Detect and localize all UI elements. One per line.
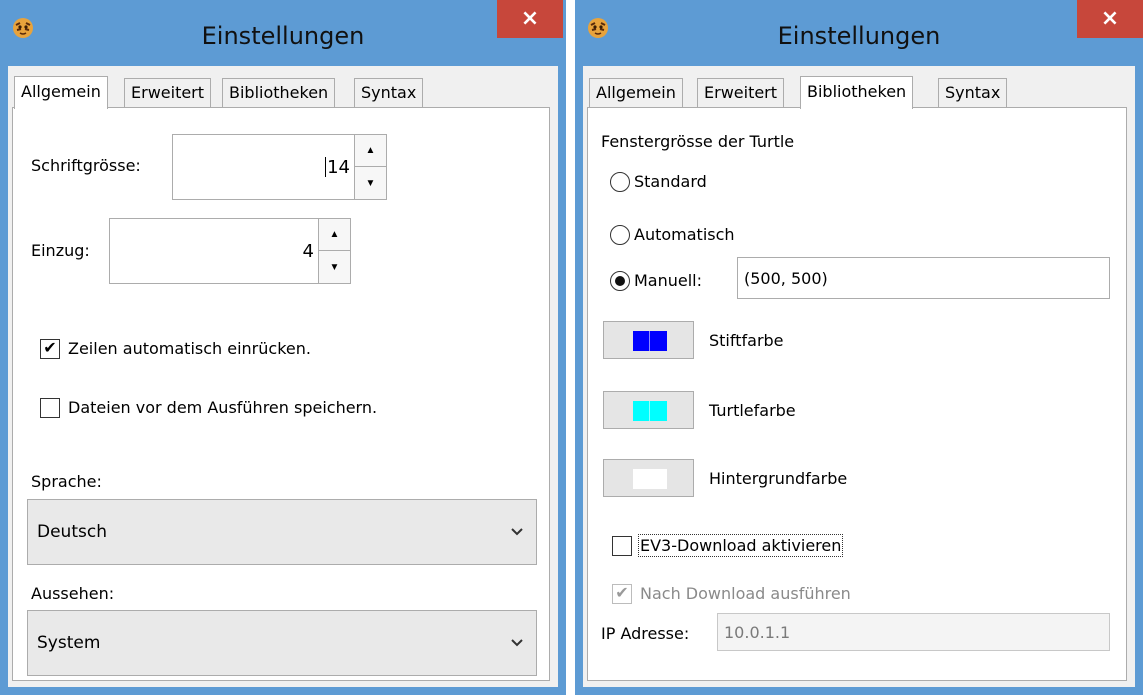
chevron-down-icon (510, 500, 524, 564)
tab-erweitert[interactable]: Erweitert (697, 78, 785, 108)
radio-standard-label: Standard (634, 172, 707, 191)
appearance-label: Aussehen: (31, 584, 115, 603)
spin-down-button[interactable]: ▼ (319, 251, 350, 283)
settings-window-libraries: Einstellungen × Allgemein Erweitert Bibl… (575, 0, 1143, 695)
ip-address-label: IP Adresse: (601, 624, 690, 643)
window-title: Einstellungen (777, 22, 941, 50)
pen-color-label: Stiftfarbe (709, 331, 784, 350)
font-size-label: Schriftgrösse: (31, 156, 141, 175)
tab-panel-allgemein: Schriftgrösse: 14 ▲ ▼ Einzug: 4 ▲ ▼ ✔ Ze… (12, 107, 550, 681)
radio-manual[interactable] (610, 271, 630, 291)
checkmark-icon: ✔ (615, 585, 629, 602)
manual-size-input[interactable]: (500, 500) (737, 257, 1110, 299)
close-button[interactable]: × (497, 0, 563, 38)
run-after-download-checkbox[interactable]: ✔ (612, 584, 632, 604)
font-size-value: 14 (327, 156, 350, 178)
text-caret (325, 157, 327, 177)
indent-value: 4 (302, 240, 314, 262)
tab-syntax[interactable]: Syntax (354, 78, 424, 108)
dialog-client-area: Allgemein Erweitert Bibliotheken Syntax … (8, 66, 558, 687)
window-title: Einstellungen (201, 22, 365, 50)
title-bar[interactable]: Einstellungen × (0, 0, 566, 66)
tab-bibliotheken[interactable]: Bibliotheken (800, 76, 914, 109)
close-button[interactable]: × (1077, 0, 1143, 38)
chevron-down-icon (510, 611, 524, 675)
close-icon: × (520, 6, 540, 31)
dialog-client-area: Allgemein Erweitert Bibliotheken Syntax … (583, 66, 1135, 687)
turtle-color-label: Turtlefarbe (709, 401, 796, 420)
tab-erweitert[interactable]: Erweitert (124, 78, 212, 108)
ev3-download-label: EV3-Download aktivieren (637, 534, 844, 557)
tab-bibliotheken[interactable]: Bibliotheken (222, 78, 336, 108)
font-size-spinner[interactable]: 14 ▲ ▼ (172, 134, 387, 200)
spin-down-button[interactable]: ▼ (355, 167, 386, 199)
turtle-color-button[interactable] (603, 391, 694, 429)
run-after-download-label: Nach Download ausführen (640, 584, 851, 603)
tab-allgemein[interactable]: Allgemein (589, 78, 683, 108)
background-color-label: Hintergrundfarbe (709, 469, 848, 488)
title-bar[interactable]: Einstellungen × (575, 0, 1143, 66)
checkmark-icon: ✔ (43, 340, 57, 357)
spin-up-button[interactable]: ▲ (355, 135, 386, 167)
tab-panel-bibliotheken: Fenstergrösse der Turtle Standard Automa… (587, 107, 1127, 681)
ev3-download-checkbox[interactable] (612, 536, 632, 556)
save-before-run-label: Dateien vor dem Ausführen speichern. (68, 398, 378, 417)
tab-syntax[interactable]: Syntax (938, 78, 1008, 108)
save-before-run-checkbox[interactable] (40, 398, 60, 418)
ip-address-input[interactable]: 10.0.1.1 (717, 613, 1110, 651)
tab-allgemein[interactable]: Allgemein (14, 76, 108, 109)
appearance-value: System (37, 633, 101, 653)
indent-label: Einzug: (31, 241, 90, 260)
radio-automatic-label: Automatisch (634, 225, 735, 244)
pen-color-swatch (633, 331, 667, 351)
auto-indent-checkbox[interactable]: ✔ (40, 339, 60, 359)
close-icon: × (1100, 6, 1120, 31)
turtle-window-size-label: Fenstergrösse der Turtle (601, 132, 795, 151)
language-select[interactable]: Deutsch (27, 499, 537, 565)
settings-window-general: Einstellungen × Allgemein Erweitert Bibl… (0, 0, 566, 695)
language-label: Sprache: (31, 472, 102, 491)
radio-selected-dot (615, 276, 625, 286)
background-color-button[interactable] (603, 459, 694, 497)
auto-indent-label: Zeilen automatisch einrücken. (68, 339, 311, 358)
radio-automatic[interactable] (610, 225, 630, 245)
background-color-swatch (633, 469, 667, 489)
radio-standard[interactable] (610, 172, 630, 192)
appearance-select[interactable]: System (27, 610, 537, 676)
indent-spinner[interactable]: 4 ▲ ▼ (109, 218, 351, 284)
turtle-color-swatch (633, 401, 667, 421)
pen-color-button[interactable] (603, 321, 694, 359)
language-value: Deutsch (37, 522, 107, 542)
spin-up-button[interactable]: ▲ (319, 219, 350, 251)
radio-manual-label: Manuell: (634, 271, 703, 290)
